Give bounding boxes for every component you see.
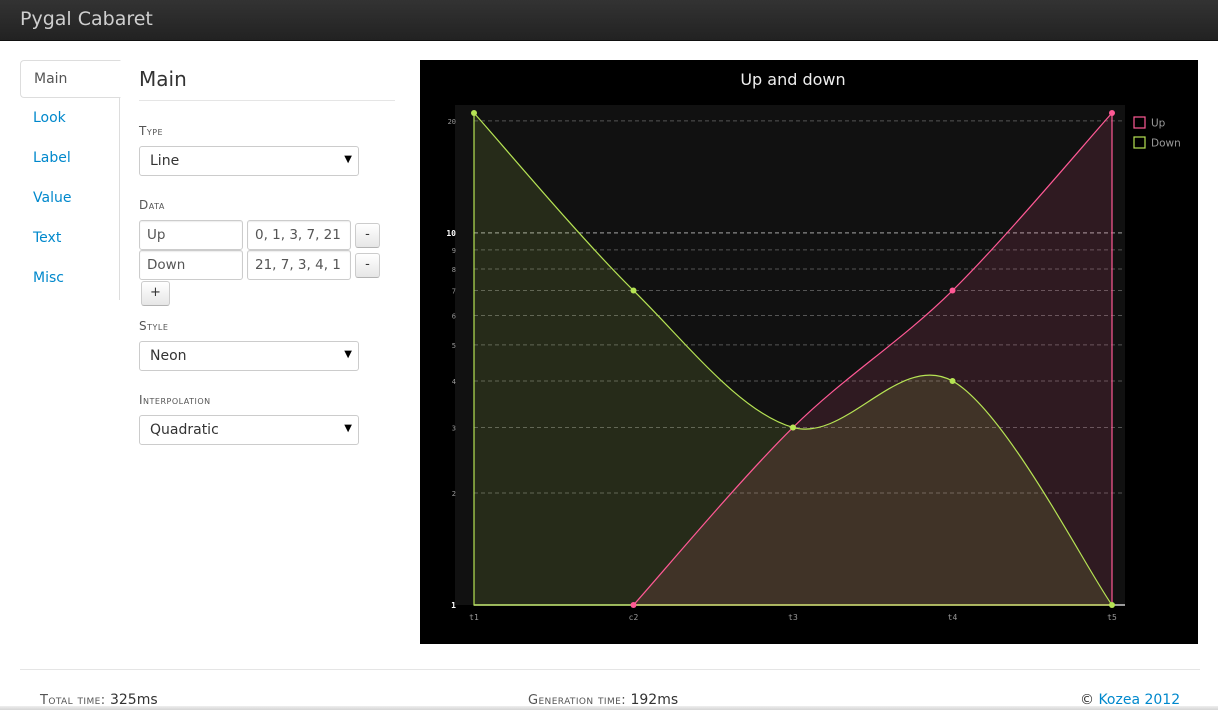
- series-values-input[interactable]: 21, 7, 3, 4, 1: [247, 250, 351, 280]
- bottom-edge: [0, 706, 1218, 710]
- x-tick-label: t1: [469, 613, 479, 622]
- data-point-down: [630, 287, 637, 294]
- app-title[interactable]: Pygal Cabaret: [20, 8, 153, 30]
- style-select-value: Neon: [150, 348, 187, 364]
- tab-misc[interactable]: Misc: [20, 260, 120, 298]
- dropdown-arrow-icon: ▼: [344, 154, 352, 165]
- y-tick-label: 4: [452, 378, 456, 386]
- x-tick-label: c2: [629, 613, 639, 622]
- tab-value[interactable]: Value: [20, 180, 120, 218]
- legend: Up Down: [1133, 116, 1181, 150]
- data-point-up: [1109, 110, 1115, 116]
- x-tick-label: t4: [948, 613, 958, 622]
- navbar: Pygal Cabaret: [0, 0, 1218, 41]
- y-tick-label: 5: [452, 342, 456, 350]
- dropdown-arrow-icon: ▼: [344, 423, 352, 434]
- interpolation-label: Interpolation: [139, 393, 211, 407]
- data-label: Data: [139, 198, 165, 212]
- remove-series-button[interactable]: -: [355, 223, 380, 248]
- legend-swatch: [1133, 136, 1146, 149]
- tab-text[interactable]: Text: [20, 220, 120, 258]
- settings-form: Main Type Line ▼ Data Up 0, 1, 3, 7, 21 …: [139, 60, 395, 445]
- y-tick-label: 3: [452, 424, 456, 432]
- tab-look[interactable]: Look: [20, 100, 120, 138]
- add-series-button[interactable]: +: [141, 281, 170, 306]
- interpolation-select[interactable]: Quadratic ▼: [139, 415, 359, 445]
- data-point-up: [949, 287, 956, 294]
- data-point-down: [949, 377, 956, 384]
- tab-main[interactable]: Main: [20, 60, 121, 98]
- y-tick-label: 6: [452, 312, 456, 320]
- remove-series-button[interactable]: -: [355, 253, 380, 278]
- series-name-input[interactable]: Up: [139, 220, 243, 250]
- chart-svg: 20 10 9 8 7 6 5 4 3 2 1 t1 c2 t3 t4 t5 Up and down Up Do…: [446, 70, 1181, 622]
- y-tick-label: 2: [452, 490, 456, 498]
- data-point-down: [1109, 602, 1115, 608]
- y-tick-label: 20: [448, 118, 456, 126]
- interpolation-select-value: Quadratic: [150, 422, 219, 438]
- data-point-up: [630, 602, 637, 608]
- chart-title: Up and down: [740, 70, 845, 89]
- series-name-input[interactable]: Down: [139, 250, 243, 280]
- legend-label: Down: [1151, 138, 1181, 150]
- type-label: Type: [139, 124, 164, 138]
- legend-swatch: [1133, 116, 1146, 129]
- dropdown-arrow-icon: ▼: [344, 349, 352, 360]
- legend-label: Up: [1151, 118, 1166, 130]
- series-values-input[interactable]: 0, 1, 3, 7, 21: [247, 220, 351, 250]
- style-label: Style: [139, 319, 169, 333]
- y-tick-label: 1: [451, 601, 456, 610]
- style-select[interactable]: Neon ▼: [139, 341, 359, 371]
- type-select-value: Line: [150, 153, 180, 169]
- footer-divider: [20, 669, 1200, 670]
- data-point-down: [790, 424, 796, 431]
- chart-container: 20 10 9 8 7 6 5 4 3 2 1 t1 c2 t3 t4 t5 Up and down Up Do…: [420, 60, 1198, 644]
- x-tick-label: t3: [788, 613, 798, 622]
- settings-tabs: Main Look Label Value Text Misc: [20, 60, 121, 300]
- y-tick-label: 7: [452, 288, 456, 296]
- tab-label[interactable]: Label: [20, 140, 120, 178]
- type-select[interactable]: Line ▼: [139, 146, 359, 176]
- y-tick-label: 8: [452, 266, 456, 274]
- y-tick-label: 10: [446, 229, 456, 238]
- data-point-down: [471, 110, 477, 116]
- y-tick-label: 9: [452, 247, 456, 255]
- x-tick-label: t5: [1107, 613, 1117, 622]
- panel-title: Main: [139, 60, 395, 101]
